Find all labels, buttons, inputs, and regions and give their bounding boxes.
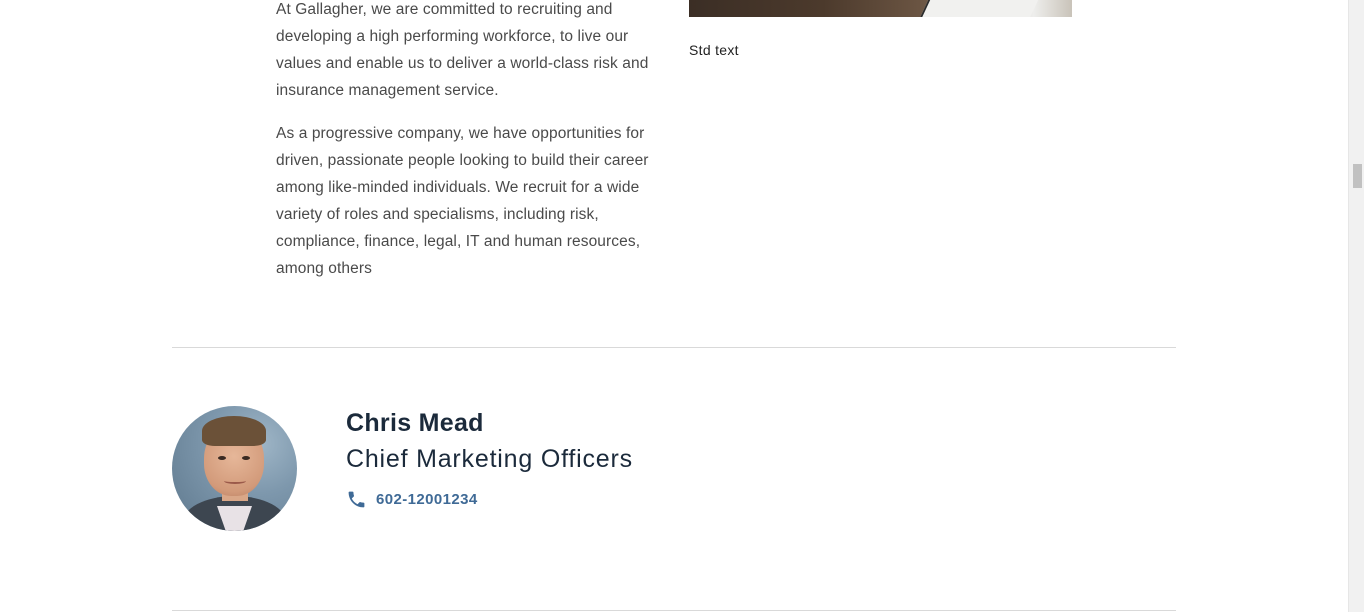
vertical-scrollbar[interactable] [1348, 0, 1364, 612]
intro-paragraph: At Gallagher, we are committed to recrui… [276, 1, 649, 99]
contact-name: Chris Mead [346, 409, 484, 437]
intro-text-column: At Gallagher, we are committed to recrui… [276, 0, 662, 298]
avatar-hair [202, 416, 266, 446]
intro-paragraph: As a progressive company, we have opport… [276, 125, 649, 277]
contact-phone-number: 602-12001234 [376, 490, 478, 508]
page: At Gallagher, we are committed to recrui… [0, 0, 1364, 612]
contact-avatar [172, 406, 297, 531]
contact-title: Chief Marketing Officers [346, 445, 633, 473]
feature-image [689, 0, 1072, 17]
main-content: At Gallagher, we are committed to recrui… [0, 0, 1348, 612]
avatar-eye [218, 456, 226, 460]
section-divider [172, 610, 1176, 611]
image-caption: Std text [689, 42, 739, 58]
contact-phone-link[interactable]: 602-12001234 [346, 487, 478, 511]
scrollbar-thumb[interactable] [1353, 164, 1362, 188]
section-divider [172, 347, 1176, 348]
avatar-mouth [224, 478, 246, 484]
avatar-eye [242, 456, 250, 460]
phone-icon [346, 489, 367, 510]
image-detail [917, 0, 1041, 17]
